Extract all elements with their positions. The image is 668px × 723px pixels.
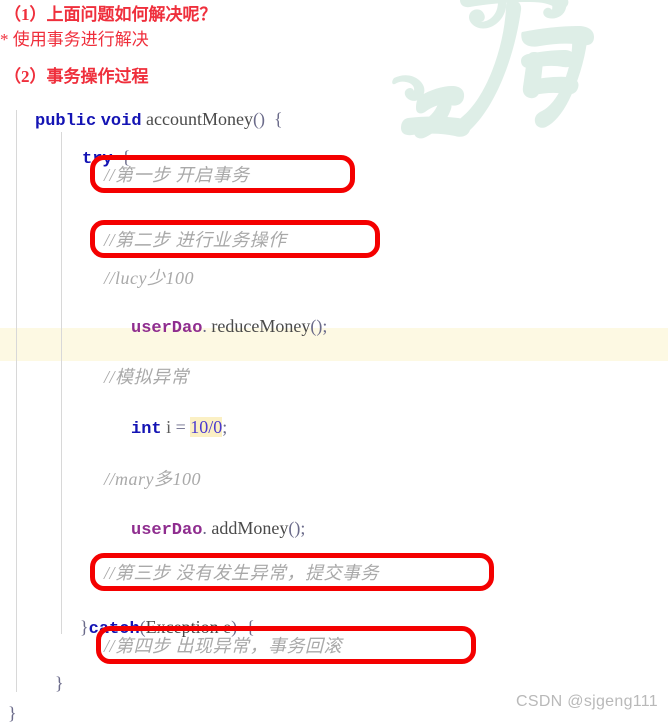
heading-solution: * 使用事务进行解决	[0, 30, 149, 49]
comment-mock-exception: //模拟异常	[104, 367, 190, 387]
code-block: public void accountMoney() { try { //第一步…	[0, 92, 668, 723]
try-open-brace: {	[121, 147, 131, 167]
comment-step-4: //第四步 出现异常，事务回滚	[104, 636, 343, 656]
semicolon: ;	[300, 518, 306, 538]
comment-step-2: //第二步 进行业务操作	[104, 230, 287, 250]
comment-mary-plus-100: //mary多100	[104, 469, 201, 489]
comment-lucy-minus-100: //lucy少100	[104, 268, 194, 288]
keyword-void: void	[100, 112, 142, 131]
comment-step-3: //第三步 没有发生异常，提交事务	[104, 563, 380, 583]
expression-10-divided-by-0: 10/0	[190, 417, 223, 437]
csdn-watermark: CSDN @sjgeng111	[516, 693, 658, 710]
semicolon: ;	[322, 316, 328, 336]
type-exception: Exception	[145, 617, 219, 637]
catch-open-brace: {	[246, 617, 255, 637]
comment-step-1: //第一步 开启事务	[104, 165, 250, 185]
method-addmoney: addMoney	[211, 518, 289, 538]
keyword-public: public	[35, 112, 97, 131]
method-name-accountmoney: accountMoney	[146, 109, 253, 129]
object-userdao: userDao	[131, 521, 203, 540]
heading-transaction-process: （2）事务操作过程	[4, 67, 149, 86]
code-screenshot-page: （1）上面问题如何解决呢？ * 使用事务进行解决 （2）事务操作过程 publi…	[0, 0, 668, 723]
assignment-operator: =	[175, 417, 186, 437]
current-line-highlight	[0, 328, 668, 361]
variable-e: e	[223, 617, 232, 637]
try-close-brace: }	[80, 617, 89, 637]
keyword-int: int	[131, 420, 162, 439]
code-line-add-money: userDao. addMoney();	[104, 501, 305, 557]
semicolon: ;	[222, 417, 228, 437]
code-line-divide-by-zero: int i = 10/0;	[104, 400, 227, 456]
object-userdao: userDao	[131, 319, 203, 338]
code-line-reduce-money: userDao. reduceMoney();	[104, 299, 327, 355]
method-parens: ()	[253, 109, 265, 129]
indent-guide-level-1	[16, 110, 17, 692]
method-close-brace: }	[8, 703, 17, 723]
method-reducemoney: reduceMoney	[211, 316, 311, 336]
heading-question: （1）上面问题如何解决呢？	[4, 5, 217, 24]
call-parens: ()	[310, 316, 323, 336]
call-parens: ()	[288, 518, 301, 538]
catch-close-brace: }	[55, 673, 64, 693]
method-open-brace: {	[274, 109, 283, 129]
indent-guide-level-2	[61, 132, 62, 634]
code-line-method-signature: public void accountMoney() {	[8, 92, 283, 148]
